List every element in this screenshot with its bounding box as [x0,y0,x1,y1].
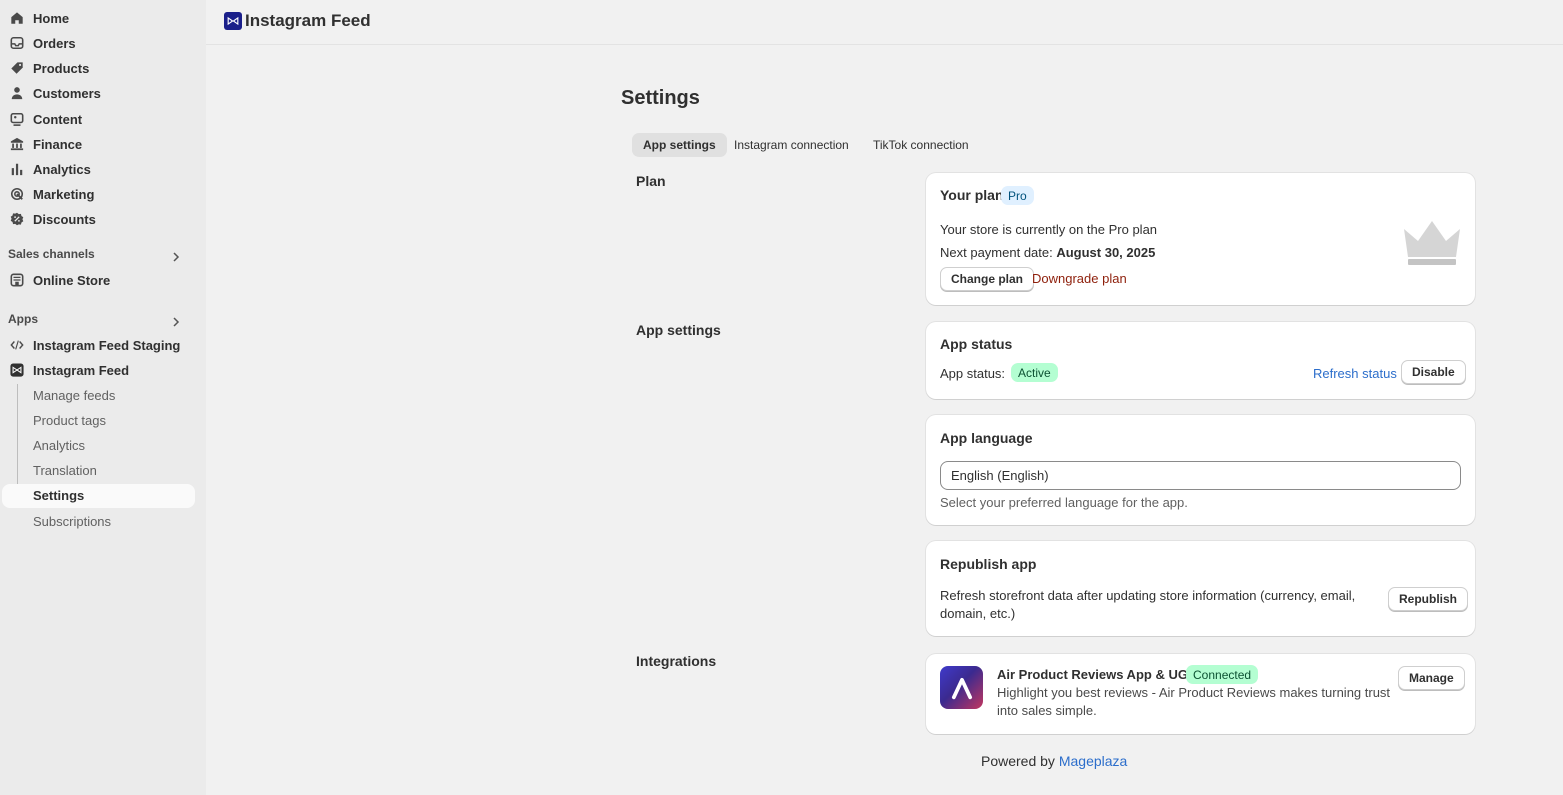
plan-card-title: Your plan [940,187,1004,203]
connected-badge: Connected [1186,665,1259,684]
nav-finance-label: Finance [33,136,83,152]
integration-desc-line-1: Highlight you best reviews - Air Product… [997,685,1391,700]
store-icon [10,273,24,287]
next-payment-label: Next payment date: [940,245,1057,260]
subnav-connector [17,384,18,496]
republish-card: Republish app Refresh storefront data af… [926,541,1475,636]
nav-customers[interactable]: Customers [0,81,195,105]
republish-button[interactable]: Republish [1388,587,1469,611]
nav-orders[interactable]: Orders [0,31,195,55]
section-heading-integrations: Integrations [636,653,717,669]
discount-icon [10,212,24,226]
subnav-manage-feeds[interactable]: Manage feeds [33,388,115,403]
section-heading-plan: Plan [636,173,666,189]
nav-customers-label: Customers [33,85,101,101]
change-plan-button[interactable]: Change plan [940,267,1035,291]
sales-channels-title: Sales channels [8,247,95,261]
tab-app-settings[interactable]: App settings [632,133,727,157]
app-status-title: App status [940,336,1013,352]
footer-prefix: Powered by [981,753,1059,769]
mageplaza-link[interactable]: Mageplaza [1059,753,1128,769]
bank-icon [10,137,24,151]
section-heading-app-settings: App settings [636,322,721,338]
nav-analytics[interactable]: Analytics [0,157,195,181]
sidebar: Home Orders Products Customers Content F… [0,0,206,795]
active-item-highlight [2,484,195,508]
nav-online-store-label: Online Store [33,272,111,288]
crown-icon [1404,221,1460,265]
republish-text-line-2: domain, etc.) [940,606,1016,621]
nav-discounts[interactable]: Discounts [0,207,195,231]
nav-online-store[interactable]: Online Store [0,268,195,292]
republish-text-line-1: Refresh storefront data after updating s… [940,588,1356,603]
nav-content-label: Content [33,111,83,127]
language-select[interactable]: English (English) [940,461,1461,490]
app-header [206,0,1563,45]
subnav-translation[interactable]: Translation [33,463,97,478]
app-status-label: App status: [940,366,1006,381]
plan-status-text: Your store is currently on the Pro plan [940,222,1158,237]
integration-desc-line-2: into sales simple. [997,703,1097,718]
nav-analytics-label: Analytics [33,161,91,177]
nav-products-label: Products [33,60,90,76]
nav-app-instagram-feed-label: Instagram Feed [33,362,130,378]
app-language-card: App language English (English) Select yo… [926,415,1475,525]
next-payment-text: Next payment date: August 30, 2025 [940,245,1155,260]
chevron-right-icon[interactable] [170,316,182,328]
plan-badge: Pro [1001,186,1034,205]
nav-app-staging-label: Instagram Feed Staging [33,337,181,353]
nav-products[interactable]: Products [0,56,195,80]
tab-tiktok-connection[interactable]: TikTok connection [862,133,980,157]
tab-instagram-connection[interactable]: Instagram connection [723,133,860,157]
nav-marketing[interactable]: Marketing [0,182,195,206]
footer: Powered by Mageplaza [981,753,1127,769]
person-icon [10,86,24,100]
bar-chart-icon [10,162,24,176]
downgrade-plan-link[interactable]: Downgrade plan [1032,271,1127,286]
integration-name: Air Product Reviews App & UGC [997,667,1198,682]
disable-button[interactable]: Disable [1401,360,1466,384]
nav-home-label: Home [33,10,70,26]
air-reviews-logo [940,666,983,709]
home-icon [10,11,24,25]
subnav-subscriptions[interactable]: Subscriptions [33,514,111,529]
inbox-icon [10,36,24,50]
apps-title: Apps [8,312,38,326]
next-payment-date: August 30, 2025 [1056,245,1156,260]
republish-title: Republish app [940,556,1037,572]
app-status-card: App status App status: Active Refresh st… [926,322,1475,399]
manage-button[interactable]: Manage [1398,666,1465,690]
nav-marketing-label: Marketing [33,186,95,202]
code-icon [10,338,24,352]
integration-card: Air Product Reviews App & UGC Connected … [926,654,1475,734]
target-icon [10,187,24,201]
nav-home[interactable]: Home [0,6,195,30]
nav-discounts-label: Discounts [33,211,96,227]
nav-app-instagram-feed[interactable]: Instagram Feed [0,358,195,382]
refresh-status-link[interactable]: Refresh status [1313,366,1397,381]
chevron-right-icon[interactable] [170,251,182,263]
plan-card: Your plan Pro Your store is currently on… [926,173,1475,305]
subnav-settings[interactable]: Settings [33,488,84,503]
app-logo-icon [10,363,24,377]
app-language-title: App language [940,430,1033,446]
nav-finance[interactable]: Finance [0,132,195,156]
subnav-analytics[interactable]: Analytics [33,438,85,453]
page-title: Settings [621,87,700,109]
image-icon [10,112,24,126]
status-badge: Active [1011,363,1058,382]
nav-orders-label: Orders [33,35,76,51]
app-title: Instagram Feed [245,11,371,30]
tag-icon [10,61,24,75]
nav-app-staging[interactable]: Instagram Feed Staging [0,333,195,357]
app-logo-icon [224,12,242,30]
subnav-product-tags[interactable]: Product tags [33,413,106,428]
language-help-text: Select your preferred language for the a… [940,495,1188,510]
nav-content[interactable]: Content [0,107,195,131]
